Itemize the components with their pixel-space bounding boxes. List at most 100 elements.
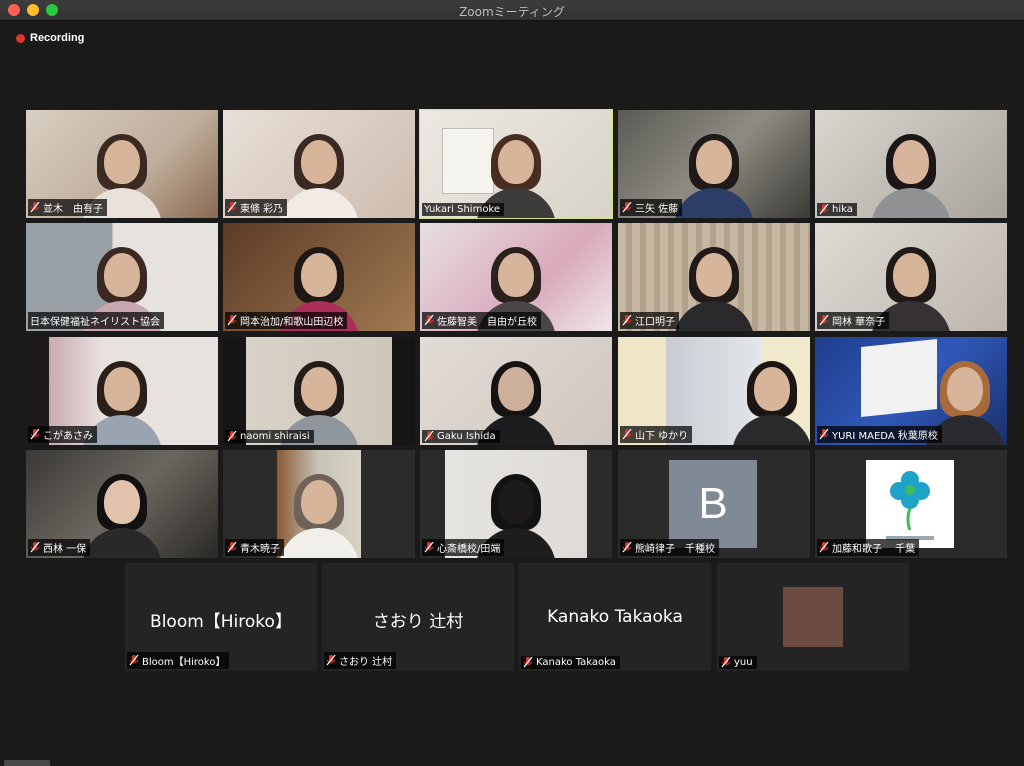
participant-tile[interactable]: hika <box>815 110 1007 218</box>
participant-name: Kanako Takaoka <box>536 657 616 668</box>
participant-tile-video-off[interactable]: Bloom【Hiroko】 Bloom【Hiroko】 <box>125 563 317 671</box>
participant-tile[interactable]: 佐藤智美 自由が丘校 <box>420 223 612 331</box>
mic-muted-icon <box>424 542 434 553</box>
participant-name-tag: 江口明子 <box>620 312 679 329</box>
participant-name-tag: 山下 ゆかり <box>620 426 693 443</box>
recording-indicator[interactable]: Recording <box>16 32 84 44</box>
mic-muted-icon <box>424 431 434 442</box>
participant-avatar <box>783 587 843 647</box>
mic-muted-icon <box>326 655 336 666</box>
participant-name: 岡本治加/和歌山田辺校 <box>240 317 344 328</box>
participant-display-name: さおり 辻村 <box>372 612 464 632</box>
mic-muted-icon <box>622 202 632 213</box>
participant-name: 三矢 佐藤 <box>635 204 679 215</box>
recording-label: Recording <box>30 32 85 44</box>
mic-muted-icon <box>819 204 829 215</box>
mic-muted-icon <box>622 429 632 440</box>
participant-tile[interactable]: 山下 ゆかり <box>618 337 810 445</box>
participant-name-tag: 三矢 佐藤 <box>620 199 683 216</box>
mic-muted-icon <box>622 542 632 553</box>
participant-name-tag: 東條 彩乃 <box>225 199 288 216</box>
participant-name-tag: Gaku Ishida <box>422 430 500 443</box>
participant-tile[interactable]: こがあさみ <box>26 337 218 445</box>
participant-display-name: Kanako Takaoka <box>547 607 683 627</box>
participant-name: さおり 辻村 <box>339 657 393 668</box>
participant-tile[interactable]: B 熊崎律子 千種校 <box>618 450 810 558</box>
participant-name: 山下 ゆかり <box>635 431 689 442</box>
participant-tile[interactable]: 岡林 華奈子 <box>815 223 1007 331</box>
participant-tile[interactable]: 岡本治加/和歌山田辺校 <box>223 223 415 331</box>
mic-muted-icon <box>721 657 731 668</box>
mic-muted-icon <box>819 542 829 553</box>
participant-name: 加藤和歌子 千葉 <box>832 544 916 555</box>
participant-name: Bloom【Hiroko】 <box>142 657 226 668</box>
participant-display-name: Bloom【Hiroko】 <box>150 612 292 632</box>
participant-tile[interactable]: 並木 由有子 <box>26 110 218 218</box>
participant-name-tag: 並木 由有子 <box>28 199 107 216</box>
participant-name-tag: 岡林 華奈子 <box>817 312 890 329</box>
participant-tile[interactable]: 日本保健福祉ネイリスト協会 <box>26 223 218 331</box>
mic-muted-icon <box>819 315 829 326</box>
participant-name-tag: 心斎橋校/田端 <box>422 539 505 556</box>
participant-name-tag: 熊崎律子 千種校 <box>620 539 719 556</box>
participant-name: 東條 彩乃 <box>240 204 284 215</box>
participant-name: 並木 由有子 <box>43 204 103 215</box>
participant-avatar-logo <box>866 460 954 548</box>
toolbar-handle[interactable] <box>4 760 50 766</box>
participant-tile[interactable]: naomi shiraisi <box>223 337 415 445</box>
participant-tile-video-off[interactable]: yuu <box>717 563 909 671</box>
mic-muted-icon <box>129 655 139 666</box>
participant-tile-active-speaker[interactable]: Yukari Shimoke <box>419 109 613 219</box>
participant-name: 熊崎律子 千種校 <box>635 544 715 555</box>
participant-tile[interactable]: YURI MAEDA 秋葉原校 <box>815 337 1007 445</box>
zoom-window: Zoomミーティング Recording 並木 由有子 東條 彩乃 Yukari… <box>0 0 1024 766</box>
participant-name-tag: Yukari Shimoke <box>422 203 505 216</box>
mic-muted-icon <box>30 429 40 440</box>
participant-name-tag: こがあさみ <box>28 426 97 443</box>
participant-name: yuu <box>734 657 753 668</box>
participant-name-tag: hika <box>817 203 857 216</box>
mic-muted-icon <box>622 315 632 326</box>
participant-name: 青木暁子 <box>240 544 280 555</box>
participant-name-tag: 岡本治加/和歌山田辺校 <box>225 312 348 329</box>
participant-tile[interactable]: 東條 彩乃 <box>223 110 415 218</box>
participant-name: 心斎橋校/田端 <box>437 544 501 555</box>
participant-name-tag: Kanako Takaoka <box>521 656 620 669</box>
participant-tile[interactable]: 青木暁子 <box>223 450 415 558</box>
participant-name: 佐藤智美 自由が丘校 <box>437 317 537 328</box>
participant-tile[interactable]: 心斎橋校/田端 <box>420 450 612 558</box>
participant-name-tag: さおり 辻村 <box>324 652 397 669</box>
participant-name: hika <box>832 204 853 215</box>
participant-tile[interactable]: 江口明子 <box>618 223 810 331</box>
participant-tile[interactable]: 西林 一保 <box>26 450 218 558</box>
recording-dot-icon <box>16 33 25 43</box>
clover-logo-icon <box>886 471 934 540</box>
mic-muted-icon <box>523 657 533 668</box>
participant-tile[interactable]: 三矢 佐藤 <box>618 110 810 218</box>
participant-name-tag: Bloom【Hiroko】 <box>127 652 230 669</box>
participant-name: YURI MAEDA 秋葉原校 <box>832 431 938 442</box>
participant-tile-video-off[interactable]: Kanako Takaoka Kanako Takaoka <box>519 563 711 671</box>
title-bar[interactable]: Zoomミーティング <box>0 0 1024 21</box>
participant-name: Gaku Ishida <box>437 431 496 442</box>
participant-tile-video-off[interactable]: さおり 辻村 さおり 辻村 <box>322 563 514 671</box>
participant-name-tag: 西林 一保 <box>28 539 91 556</box>
mic-muted-icon <box>30 202 40 213</box>
participant-name-tag: 加藤和歌子 千葉 <box>817 539 920 556</box>
mic-muted-icon <box>227 315 237 326</box>
participant-name-tag: 青木暁子 <box>225 539 284 556</box>
mic-muted-icon <box>424 315 434 326</box>
participant-name: 日本保健福祉ネイリスト協会 <box>30 317 160 328</box>
participant-name: 江口明子 <box>635 317 675 328</box>
mic-muted-icon <box>30 542 40 553</box>
participant-tile[interactable]: Gaku Ishida <box>420 337 612 445</box>
participant-name-tag: YURI MAEDA 秋葉原校 <box>817 426 942 443</box>
mic-muted-icon <box>227 431 237 442</box>
mic-muted-icon <box>227 542 237 553</box>
participant-name-tag: 佐藤智美 自由が丘校 <box>422 312 541 329</box>
mic-muted-icon <box>819 429 829 440</box>
participant-name-tag: 日本保健福祉ネイリスト協会 <box>28 312 164 329</box>
participant-name: こがあさみ <box>43 431 93 442</box>
participant-tile[interactable]: 加藤和歌子 千葉 <box>815 450 1007 558</box>
window-title: Zoomミーティング <box>459 5 565 19</box>
